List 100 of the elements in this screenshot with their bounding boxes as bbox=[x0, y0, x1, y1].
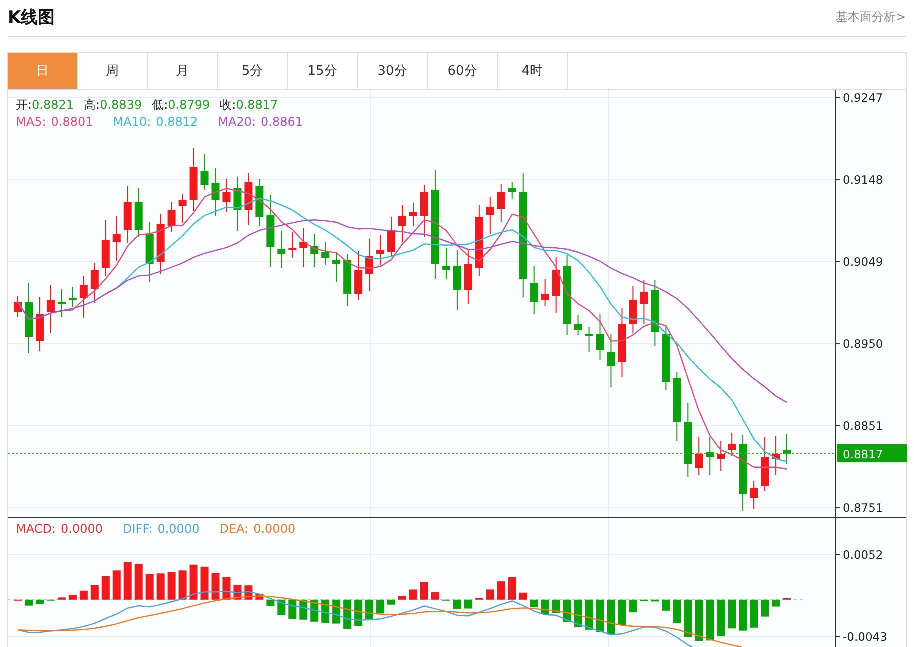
axis-tick-label: 0.8751 bbox=[836, 501, 884, 515]
candlestick bbox=[772, 436, 780, 476]
macd-bar bbox=[772, 600, 780, 607]
macd-bar bbox=[134, 564, 143, 600]
macd-bar bbox=[684, 600, 692, 638]
candlestick bbox=[354, 250, 363, 300]
candlestick bbox=[783, 434, 792, 464]
axis-tick-label: 0.9049 bbox=[836, 255, 884, 269]
macd-bar bbox=[486, 590, 494, 600]
candlestick bbox=[14, 296, 22, 318]
macd-bar bbox=[464, 600, 472, 609]
macd-bar bbox=[497, 582, 506, 600]
macd-bar bbox=[102, 576, 110, 600]
macd-bar bbox=[376, 600, 385, 614]
macd-bar bbox=[431, 592, 440, 600]
legend-reading: DIFF: 0.0000 bbox=[123, 522, 200, 536]
macd-bar bbox=[585, 600, 594, 630]
quote-reading: 收:0.8817 bbox=[220, 97, 278, 114]
macd-bar bbox=[453, 600, 462, 610]
macd-bar bbox=[256, 594, 264, 600]
macd-bar bbox=[190, 564, 198, 600]
candlestick bbox=[134, 188, 143, 238]
macd-bar bbox=[629, 600, 638, 613]
axis-tick-label: 0.8950 bbox=[836, 337, 884, 351]
candlestick bbox=[607, 334, 616, 388]
legend-reading: MA20: 0.8861 bbox=[218, 115, 303, 129]
candlestick bbox=[376, 234, 385, 266]
macd-bar bbox=[717, 600, 726, 637]
fundamental-analysis-link[interactable]: 基本面分析> bbox=[836, 8, 906, 26]
candlestick bbox=[552, 256, 560, 314]
candlestick bbox=[212, 168, 220, 216]
macd-bar bbox=[200, 566, 209, 600]
macd-bar bbox=[651, 600, 660, 602]
candlestick bbox=[662, 326, 670, 390]
candlestick bbox=[256, 178, 264, 226]
macd-bar bbox=[673, 600, 682, 624]
macd-bar bbox=[112, 570, 121, 600]
macd-bar bbox=[410, 590, 418, 600]
candlestick bbox=[366, 238, 374, 292]
candlestick bbox=[278, 230, 286, 268]
macd-bar bbox=[662, 600, 670, 611]
candlestick bbox=[541, 278, 550, 306]
macd-bar bbox=[695, 600, 704, 641]
candlestick bbox=[102, 220, 110, 276]
candlestick bbox=[46, 284, 55, 334]
candlestick bbox=[58, 288, 66, 318]
macd-bar bbox=[366, 600, 374, 620]
page-title: K线图 bbox=[8, 6, 56, 28]
macd-bar bbox=[530, 600, 538, 608]
macd-bar bbox=[739, 600, 748, 631]
candlestick bbox=[706, 436, 714, 476]
macd-bar bbox=[90, 585, 99, 600]
macd-bar bbox=[124, 562, 132, 600]
macd-bar bbox=[388, 600, 396, 605]
candlestick bbox=[398, 204, 406, 242]
candlestick bbox=[168, 202, 176, 232]
candlestick bbox=[530, 266, 538, 314]
candlestick bbox=[310, 234, 319, 268]
candlestick bbox=[574, 314, 582, 336]
macd-bar bbox=[596, 600, 604, 632]
macd-bar bbox=[212, 573, 220, 600]
axis-tick-label: 0.9148 bbox=[836, 173, 884, 187]
macd-bar bbox=[618, 600, 626, 626]
candlestick bbox=[322, 242, 330, 266]
candlestick bbox=[750, 480, 758, 510]
legend-reading: MA5: 0.8801 bbox=[16, 115, 94, 129]
macd-bar bbox=[168, 572, 176, 600]
candlestick bbox=[640, 280, 648, 324]
candlestick bbox=[222, 178, 231, 212]
macd-bar bbox=[398, 596, 406, 600]
macd-bar bbox=[68, 595, 77, 600]
candlestick bbox=[300, 228, 308, 268]
candlestick bbox=[596, 314, 604, 360]
candlestick bbox=[673, 372, 682, 442]
candlestick bbox=[497, 184, 506, 222]
axis-tick-label: 0.0052 bbox=[836, 548, 884, 562]
quote-reading: 高:0.8839 bbox=[84, 97, 142, 114]
candlestick bbox=[442, 248, 450, 280]
candlestick bbox=[508, 182, 516, 200]
legend-reading: MACD: 0.0000 bbox=[16, 522, 104, 536]
candlestick bbox=[80, 276, 88, 318]
candlestick bbox=[112, 216, 121, 262]
candlestick bbox=[486, 196, 494, 234]
candlestick bbox=[651, 280, 660, 346]
macd-bar bbox=[420, 582, 428, 600]
macd-bar bbox=[750, 600, 758, 628]
axis-tick-label: 0.8851 bbox=[836, 419, 884, 433]
candlestick bbox=[344, 254, 352, 306]
macd-bar bbox=[607, 600, 616, 635]
macd-bar bbox=[508, 577, 516, 600]
legend-reading: MA10: 0.8812 bbox=[113, 115, 198, 129]
candlestick bbox=[200, 154, 209, 190]
legend-reading: DEA: 0.0000 bbox=[220, 522, 296, 536]
candlestick bbox=[124, 186, 132, 244]
macd-bar bbox=[728, 600, 736, 629]
candlestick bbox=[453, 250, 462, 310]
macd-bar bbox=[58, 598, 66, 600]
axis-tick-label: -0.0043 bbox=[836, 630, 888, 644]
candlestick bbox=[464, 250, 472, 304]
candlestick bbox=[585, 326, 594, 352]
